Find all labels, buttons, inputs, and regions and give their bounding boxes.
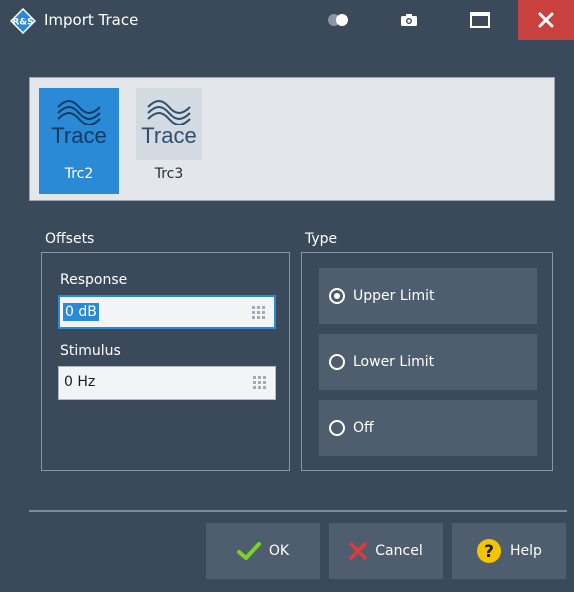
ok-label: OK	[268, 543, 290, 559]
trace-item-trc3[interactable]: Trace Trc3	[129, 88, 209, 194]
response-label: Response	[60, 272, 128, 288]
keypad-icon[interactable]	[253, 376, 267, 390]
radio-label: Upper Limit	[353, 288, 435, 304]
divider	[29, 510, 567, 512]
response-value: 0 dB	[63, 303, 99, 321]
maximize-button[interactable]	[458, 0, 502, 40]
screenshot-button[interactable]	[387, 0, 431, 40]
trace-icon-text: Trace	[141, 123, 197, 148]
offsets-group-label: Offsets	[45, 231, 95, 247]
stimulus-input[interactable]: 0 Hz	[58, 366, 276, 400]
radio-label: Off	[353, 420, 374, 436]
trace-wave-icon	[57, 100, 101, 125]
radio-off[interactable]: Off	[319, 400, 537, 456]
x-icon	[349, 542, 368, 560]
title-bar[interactable]: R&S Import Trace	[0, 0, 574, 40]
radio-upper-limit[interactable]: Upper Limit	[319, 268, 537, 324]
svg-text:R&S: R&S	[12, 18, 33, 28]
import-trace-dialog: R&S Import Trace Trace Trc2 Trace Trc3 O…	[0, 0, 574, 592]
close-button[interactable]	[518, 0, 574, 40]
radio-unselected-icon	[329, 420, 345, 436]
maximize-icon	[470, 12, 490, 28]
question-icon: ?	[477, 539, 502, 563]
toggle-icon	[328, 14, 348, 26]
radio-lower-limit[interactable]: Lower Limit	[319, 334, 537, 390]
type-group-label: Type	[305, 231, 338, 247]
trace-label: Trc2	[64, 166, 94, 182]
trace-label: Trc3	[154, 166, 184, 182]
radio-selected-icon	[329, 288, 345, 304]
trace-thumbnail: Trace	[46, 88, 112, 160]
trace-list: Trace Trc2 Trace Trc3	[29, 77, 555, 201]
radio-label: Lower Limit	[353, 354, 435, 370]
stimulus-value: 0 Hz	[64, 374, 96, 390]
help-button[interactable]: ? Help	[452, 523, 566, 579]
camera-icon	[401, 14, 417, 26]
trace-wave-icon	[147, 100, 191, 125]
rs-logo-icon: R&S	[10, 8, 36, 34]
help-label: Help	[510, 543, 542, 559]
cancel-button[interactable]: Cancel	[329, 523, 443, 579]
keypad-icon[interactable]	[252, 306, 266, 320]
trace-item-trc2[interactable]: Trace Trc2	[39, 88, 119, 194]
trace-icon-text: Trace	[51, 123, 107, 148]
close-icon	[538, 12, 554, 28]
trace-thumbnail: Trace	[136, 88, 202, 160]
ok-button[interactable]: OK	[206, 523, 320, 579]
svg-text:?: ?	[484, 542, 494, 562]
radio-unselected-icon	[329, 354, 345, 370]
cancel-label: Cancel	[375, 543, 423, 559]
checkmark-icon	[236, 542, 261, 560]
window-title: Import Trace	[44, 11, 139, 29]
stimulus-label: Stimulus	[60, 343, 121, 359]
toggle-button[interactable]	[316, 0, 360, 40]
response-input[interactable]: 0 dB	[58, 295, 276, 329]
